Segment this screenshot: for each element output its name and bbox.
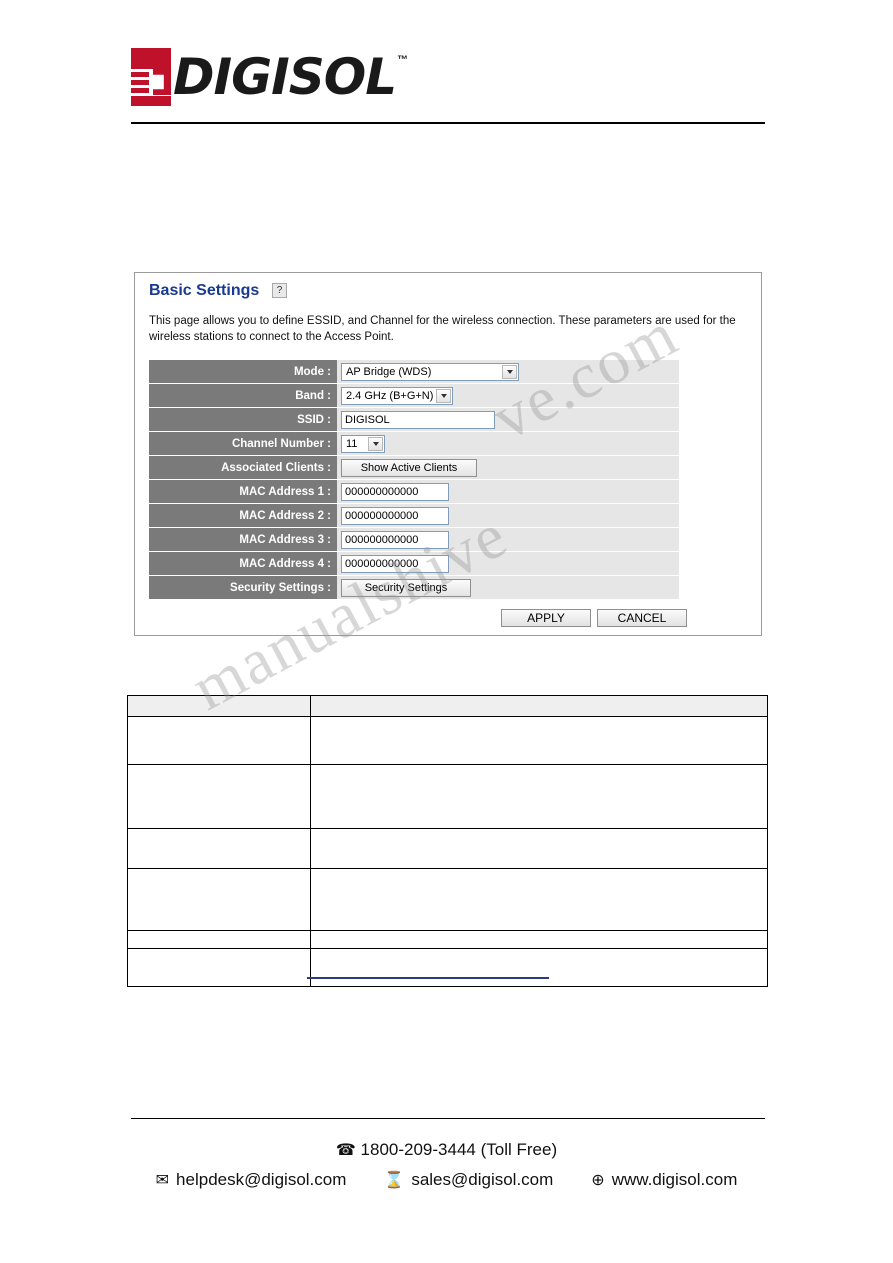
field-mode: AP Bridge (WDS): [337, 360, 679, 384]
mode-select[interactable]: AP Bridge (WDS): [341, 362, 519, 381]
basic-settings-form: Mode : AP Bridge (WDS) Band : 2.4 GHz (B…: [149, 360, 679, 600]
label-mac-address-4: MAC Address 4 :: [149, 552, 337, 576]
table-link-underline: [307, 977, 549, 979]
header-divider: [131, 122, 765, 124]
table-row: [127, 828, 768, 869]
parameter-table: [127, 695, 768, 987]
table-header-cell-1: [127, 695, 311, 717]
mode-select-value: AP Bridge (WDS): [346, 365, 432, 378]
cancel-button[interactable]: CANCEL: [597, 609, 687, 627]
panel-title: Basic Settings: [149, 282, 260, 299]
digisol-logo-text: DIGISOL: [173, 48, 397, 106]
trademark-symbol: ™: [397, 54, 409, 66]
field-security-settings: Security Settings: [337, 576, 679, 600]
channel-number-value: 11: [346, 437, 358, 450]
channel-number-select[interactable]: 11: [341, 434, 385, 453]
form-row-channel: Channel Number : 11: [149, 432, 679, 456]
footer-phone-text: 1800-209-3444 (Toll Free): [360, 1140, 558, 1159]
table-header-cell-2: [310, 695, 768, 717]
table-row: [127, 764, 768, 829]
form-row-security-settings: Security Settings : Security Settings: [149, 576, 679, 600]
digisol-logo-mark: [131, 48, 171, 106]
hourglass-icon: ⌛: [384, 1172, 405, 1189]
table-cell-label: [127, 716, 311, 765]
field-mac-address-3: 000000000000: [337, 528, 679, 552]
apply-button[interactable]: APPLY: [501, 609, 591, 627]
form-row-mac-3: MAC Address 3 : 000000000000: [149, 528, 679, 552]
envelope-icon: ✉: [155, 1172, 170, 1189]
field-mac-address-1: 000000000000: [337, 480, 679, 504]
label-mac-address-3: MAC Address 3 :: [149, 528, 337, 552]
label-band: Band :: [149, 384, 337, 408]
label-associated-clients: Associated Clients :: [149, 456, 337, 480]
ssid-input[interactable]: DIGISOL: [341, 410, 495, 429]
label-mac-address-1: MAC Address 1 :: [149, 480, 337, 504]
table-cell-desc: [310, 868, 768, 931]
form-row-mac-2: MAC Address 2 : 000000000000: [149, 504, 679, 528]
footer-helpdesk[interactable]: ✉ helpdesk@digisol.com: [156, 1170, 347, 1190]
help-icon[interactable]: ?: [272, 283, 287, 298]
table-cell-label: [127, 868, 311, 931]
mac-address-4-input[interactable]: 000000000000: [341, 554, 449, 573]
table-row: [127, 930, 768, 949]
footer-divider: [131, 1118, 765, 1119]
table-cell-desc: [310, 828, 768, 869]
security-settings-button[interactable]: Security Settings: [341, 578, 471, 597]
table-row: [127, 868, 768, 931]
form-row-mac-1: MAC Address 1 : 000000000000: [149, 480, 679, 504]
table-cell-label: [127, 828, 311, 869]
label-mac-address-2: MAC Address 2 :: [149, 504, 337, 528]
field-channel-number: 11: [337, 432, 679, 456]
basic-settings-screenshot: Basic Settings ? This page allows you to…: [134, 272, 762, 636]
footer-contacts-line: ✉ helpdesk@digisol.com ⌛ sales@digisol.c…: [0, 1170, 893, 1190]
field-mac-address-4: 000000000000: [337, 552, 679, 576]
table-cell-desc: [310, 716, 768, 765]
band-select-value: 2.4 GHz (B+G+N): [346, 389, 434, 402]
table-header-row: [127, 695, 768, 717]
footer-sales[interactable]: ⌛ sales@digisol.com: [384, 1170, 553, 1190]
table-cell-desc: [310, 930, 768, 949]
footer-helpdesk-text: helpdesk@digisol.com: [176, 1170, 347, 1189]
label-security-settings: Security Settings :: [149, 576, 337, 600]
show-active-clients-button[interactable]: Show Active Clients: [341, 458, 477, 477]
form-row-mode: Mode : AP Bridge (WDS): [149, 360, 679, 384]
table-cell-label: [127, 764, 311, 829]
label-channel-number: Channel Number :: [149, 432, 337, 456]
page-footer: ☎ 1800-209-3444 (Toll Free) ✉ helpdesk@d…: [0, 1140, 893, 1190]
table-row: [127, 948, 768, 987]
label-mode: Mode :: [149, 360, 337, 384]
table-cell-desc: [310, 948, 768, 987]
table-row: [127, 716, 768, 765]
telephone-icon: ☎: [335, 1142, 356, 1159]
form-row-mac-4: MAC Address 4 : 000000000000: [149, 552, 679, 576]
band-select[interactable]: 2.4 GHz (B+G+N): [341, 386, 453, 405]
footer-phone-line: ☎ 1800-209-3444 (Toll Free): [0, 1140, 893, 1160]
mac-address-3-input[interactable]: 000000000000: [341, 530, 449, 549]
field-associated-clients: Show Active Clients: [337, 456, 679, 480]
globe-icon: ⊕: [591, 1172, 605, 1189]
field-band: 2.4 GHz (B+G+N): [337, 384, 679, 408]
form-row-band: Band : 2.4 GHz (B+G+N): [149, 384, 679, 408]
chevron-down-icon[interactable]: [368, 436, 383, 451]
form-row-associated-clients: Associated Clients : Show Active Clients: [149, 456, 679, 480]
field-ssid: DIGISOL: [337, 408, 679, 432]
label-ssid: SSID :: [149, 408, 337, 432]
panel-actions: APPLY CANCEL: [135, 609, 761, 635]
table-cell-label: [127, 948, 311, 987]
field-mac-address-2: 000000000000: [337, 504, 679, 528]
table-cell-label: [127, 930, 311, 949]
digisol-logo: DIGISOL ™: [131, 48, 408, 106]
table-cell-desc: [310, 764, 768, 829]
footer-website-text: www.digisol.com: [611, 1170, 738, 1189]
form-row-ssid: SSID : DIGISOL: [149, 408, 679, 432]
panel-description: This page allows you to define ESSID, an…: [149, 315, 736, 343]
chevron-down-icon[interactable]: [502, 364, 517, 379]
footer-sales-text: sales@digisol.com: [411, 1170, 554, 1189]
chevron-down-icon[interactable]: [436, 388, 451, 403]
mac-address-1-input[interactable]: 000000000000: [341, 482, 449, 501]
footer-website[interactable]: ⊕ www.digisol.com: [591, 1170, 737, 1190]
mac-address-2-input[interactable]: 000000000000: [341, 506, 449, 525]
